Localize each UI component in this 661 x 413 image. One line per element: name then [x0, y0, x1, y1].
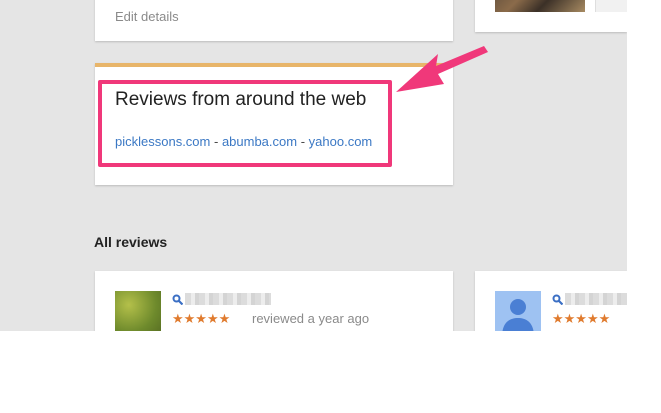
reviewer-name-row: [552, 292, 627, 306]
web-reviews-title: Reviews from around the web: [115, 89, 367, 110]
place-photo[interactable]: [495, 0, 585, 12]
review-card: ★★★★★ reviewed a year ago: [95, 271, 453, 331]
reviewer-avatar[interactable]: [115, 291, 161, 331]
all-reviews-heading: All reviews: [94, 234, 168, 250]
source-separator: -: [297, 134, 309, 149]
place-details-card: Edit details: [95, 0, 453, 41]
source-separator: -: [210, 134, 222, 149]
source-link-picklessons[interactable]: picklessons.com: [115, 134, 210, 149]
reviews-page: Edit details Reviews from around the web…: [0, 0, 627, 331]
default-avatar-icon[interactable]: [495, 291, 541, 331]
reviewer-name-row: [172, 292, 271, 306]
star-rating: ★★★★★: [552, 311, 611, 326]
photo-placeholder: [595, 0, 627, 12]
reviewer-name-redacted[interactable]: [185, 293, 271, 305]
annotation-arrow: [396, 46, 488, 92]
reviewer-name-redacted[interactable]: [565, 293, 627, 305]
review-timestamp: reviewed a year ago: [252, 311, 370, 326]
source-link-yahoo[interactable]: yahoo.com: [309, 134, 373, 149]
edit-details-link[interactable]: Edit details: [115, 9, 179, 24]
magnifier-icon: [172, 294, 183, 305]
source-link-abumba[interactable]: abumba.com: [222, 134, 297, 149]
star-rating: ★★★★★: [172, 311, 231, 326]
magnifier-icon: [552, 294, 563, 305]
photo-card: [475, 0, 627, 32]
web-review-sources: picklessons.com - abumba.com - yahoo.com: [115, 134, 372, 149]
review-card: ★★★★★: [475, 271, 627, 331]
